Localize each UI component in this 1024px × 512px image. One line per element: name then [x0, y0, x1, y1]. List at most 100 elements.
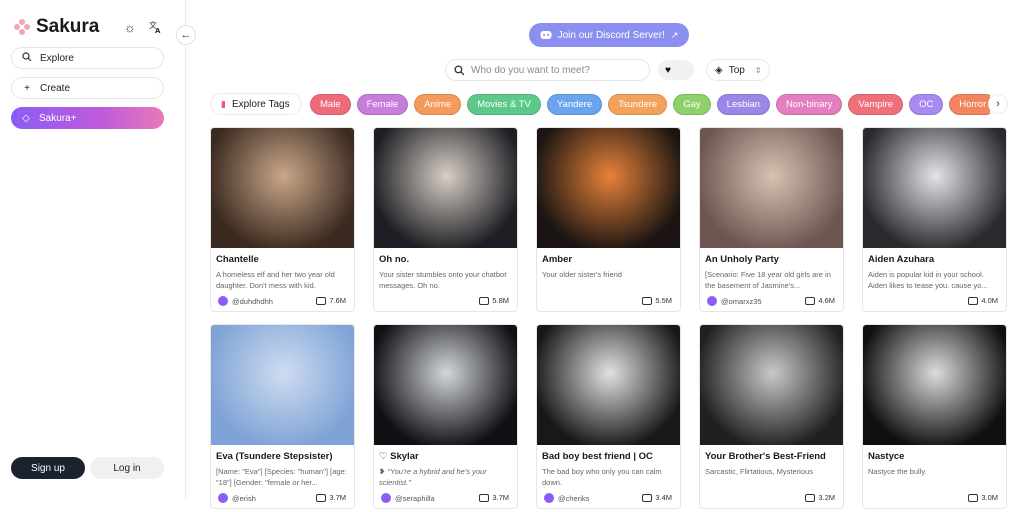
discord-button[interactable]: Join our Discord Server! ↗ — [529, 23, 689, 47]
chat-bubble-icon — [968, 493, 979, 502]
character-card[interactable]: Bad boy best friend | OC The bad boy who … — [536, 324, 681, 509]
external-link-icon: ↗ — [670, 29, 679, 40]
sort-select[interactable]: ◈ Top ⇕ — [706, 59, 770, 81]
character-name: Aiden Azuhara — [868, 254, 935, 265]
theme-toggle-icon[interactable]: ☼ — [123, 20, 137, 35]
search-icon — [454, 64, 465, 75]
chevron-right-icon: › — [996, 98, 1000, 110]
chat-bubble-icon — [479, 296, 490, 305]
message-count: 3.7M — [479, 493, 509, 502]
tag-chip[interactable]: Non-binary — [775, 94, 843, 115]
message-count: 4.6M — [805, 296, 835, 305]
brand[interactable]: Sakura — [14, 16, 99, 38]
creator-link[interactable]: @seraphilla — [381, 493, 435, 503]
character-card[interactable]: Eva (Tsundere Stepsister) [Name: "Eva"] [… — [210, 324, 355, 509]
character-card[interactable]: Amber Your older sister's friend 5.5M — [536, 127, 681, 312]
character-image — [537, 128, 680, 248]
arrow-left-icon: ← — [180, 29, 192, 41]
message-count-value: 7.6M — [329, 296, 346, 305]
message-count-value: 5.5M — [655, 296, 672, 305]
tag-chip[interactable]: Gay — [673, 94, 711, 115]
message-count-value: 3.7M — [492, 493, 509, 502]
message-count-value: 4.6M — [818, 296, 835, 305]
message-count-value: 3.0M — [981, 493, 998, 502]
character-image — [863, 128, 1006, 248]
tag-chip[interactable]: Anime — [414, 94, 462, 115]
message-count-value: 3.4M — [655, 493, 672, 502]
creator-link[interactable]: @duhdhdhh — [218, 296, 273, 306]
message-count-value: 5.8M — [492, 296, 509, 305]
avatar — [218, 296, 228, 306]
tag-chip[interactable]: Movies & TV — [467, 94, 541, 115]
message-count: 4.0M — [968, 296, 998, 305]
character-name: Nastyce — [868, 451, 905, 462]
creator-link[interactable]: @omarxz35 — [707, 296, 762, 306]
character-card[interactable]: An Unholy Party [Scenario: Five 18 year o… — [699, 127, 844, 312]
sidebar-item-label: Explore — [40, 52, 74, 64]
character-image — [863, 325, 1006, 445]
character-name: Your Brother's Best-Friend — [705, 451, 826, 462]
character-card[interactable]: Aiden Azuhara Aiden is popular kid in you… — [862, 127, 1007, 312]
character-card[interactable]: ♡ Skylar ❥ "You're a hybrid and he's your… — [373, 324, 518, 509]
creator-handle: @omarxz35 — [721, 296, 762, 306]
character-card[interactable]: Chantelle A homeless elf and her two year… — [210, 127, 355, 312]
sidebar-item-create[interactable]: + Create — [11, 77, 164, 99]
search-bar[interactable] — [445, 59, 650, 81]
character-description: Your sister stumbles onto your chatbot m… — [379, 270, 507, 290]
character-card[interactable]: Nastyce Nastyce the bully. 3.0M — [862, 324, 1007, 509]
character-image — [700, 128, 843, 248]
sidebar-item-explore[interactable]: Explore — [11, 47, 164, 69]
character-card[interactable]: Your Brother's Best-Friend Sarcastic, Fli… — [699, 324, 844, 509]
plus-icon: + — [24, 82, 30, 94]
diamond-icon: ◈ — [715, 64, 723, 76]
creator-link[interactable]: @cheriks — [544, 493, 589, 503]
tag-chip[interactable]: Lesbian — [716, 94, 770, 115]
signup-button[interactable]: Sign up — [11, 457, 85, 479]
avatar — [218, 493, 228, 503]
tag-list: Male Female Anime Movies & TV Yandere Tsunder… — [310, 94, 990, 116]
sakura-logo-icon — [14, 19, 30, 35]
svg-text:A: A — [155, 27, 161, 34]
character-name: Bad boy best friend | OC — [542, 451, 653, 462]
message-count: 3.4M — [642, 493, 672, 502]
diamond-icon: ◇ — [22, 112, 30, 124]
character-image — [211, 128, 354, 248]
creator-link[interactable]: @erish — [218, 493, 256, 503]
tag-chip[interactable]: Vampire — [848, 94, 904, 115]
character-description: A homeless elf and her two year old daug… — [216, 270, 335, 290]
character-name: Amber — [542, 254, 573, 265]
character-description: Nastyce the bully. — [868, 467, 927, 476]
login-button[interactable]: Log in — [90, 457, 164, 479]
tags-next-button[interactable]: › — [988, 94, 1008, 114]
creator-handle: @duhdhdhh — [232, 296, 273, 306]
tag-chip[interactable]: OC — [909, 94, 944, 115]
explore-tags-button[interactable]: ▮ Explore Tags — [210, 93, 302, 115]
avatar — [381, 493, 391, 503]
chat-bubble-icon — [316, 493, 327, 502]
bookmark-icon: ▮ — [221, 98, 226, 109]
discord-icon — [540, 31, 552, 39]
message-count-value: 4.0M — [981, 296, 998, 305]
tag-chip[interactable]: Male — [310, 94, 351, 115]
character-name: An Unholy Party — [705, 254, 779, 265]
character-image — [700, 325, 843, 445]
character-name: Oh no. — [379, 254, 410, 265]
search-input[interactable] — [471, 64, 641, 76]
chat-bubble-icon — [805, 493, 816, 502]
tag-chip[interactable]: Female — [356, 94, 409, 115]
collapse-sidebar-button[interactable]: ← — [176, 25, 196, 45]
message-count: 5.8M — [479, 296, 509, 305]
character-description: Your older sister's friend — [542, 270, 622, 279]
chat-bubble-icon — [316, 296, 327, 305]
character-description: ❥ "You're a hybrid and he's your scienti… — [379, 467, 487, 487]
translate-icon[interactable]: 文A — [149, 20, 163, 34]
tag-chip[interactable]: Tsundere — [608, 94, 668, 115]
tag-chip[interactable]: Yandere — [546, 94, 603, 115]
favorites-toggle[interactable]: ♥ — [658, 60, 694, 80]
character-card[interactable]: Oh no. Your sister stumbles onto your cha… — [373, 127, 518, 312]
tag-chip[interactable]: Horror — [949, 94, 990, 115]
creator-handle: @cheriks — [558, 493, 590, 503]
sidebar-item-sakura-plus[interactable]: ◇ Sakura+ — [11, 107, 164, 129]
sidebar: Sakura ☼ 文A Explore + Create ◇ Sakura+ S… — [0, 0, 186, 500]
message-count: 3.0M — [968, 493, 998, 502]
